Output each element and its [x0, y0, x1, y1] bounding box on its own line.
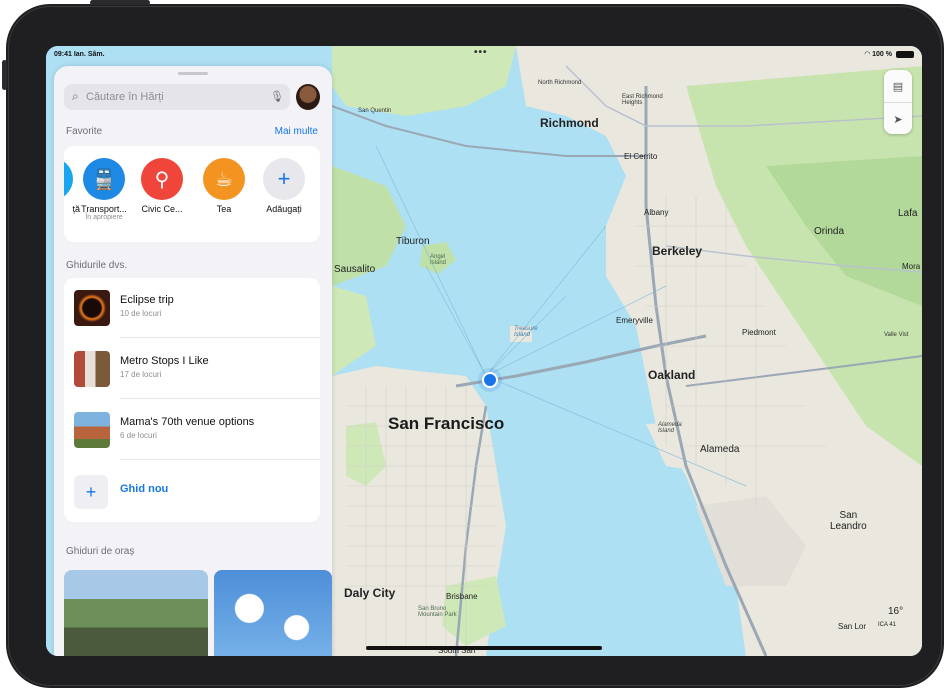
map-label-el-cerrito[interactable]: El Cerrito	[624, 152, 657, 161]
map-label-emeryville[interactable]: Emeryville	[616, 316, 653, 325]
guide-thumbnail	[74, 351, 110, 387]
map-label-sausalito[interactable]: Sausalito	[334, 264, 375, 275]
map-label-albany[interactable]: Albany	[644, 208, 668, 217]
map-label-valle-vista[interactable]: Valle Vist	[884, 332, 908, 338]
favorite-label: Tea	[216, 204, 232, 214]
map-label-san-leandro[interactable]: San Leandro	[830, 510, 867, 532]
guides-title: Ghidurile dvs.	[66, 260, 128, 271]
locate-me-icon[interactable]: ➤	[884, 103, 912, 135]
city-guides-title: Ghiduri de oraș	[66, 546, 135, 557]
guide-row[interactable]: Mama's 70th venue options 6 de locuri	[64, 400, 320, 460]
favorites-more-link[interactable]: Mai multe	[275, 126, 318, 137]
partial-icon	[64, 158, 73, 200]
battery-icon	[896, 51, 914, 58]
map-label-piedmont[interactable]: Piedmont	[742, 328, 776, 337]
search-placeholder: Căutare în Hărți	[86, 91, 164, 103]
favorite-sublabel: În apropiere	[85, 214, 123, 221]
guide-title: Mama's 70th venue options	[120, 416, 255, 428]
wifi-icon: ◠	[864, 51, 870, 58]
new-guide-label: Ghid nou	[120, 483, 169, 495]
favorite-label: Transport...	[81, 204, 127, 214]
pin-icon: ⚲	[141, 158, 183, 200]
map-label-north-richmond[interactable]: North Richmond	[538, 80, 581, 86]
maps-sidebar: ⌕ Căutare în Hărți 🎙 Favorite Mai multe …	[54, 66, 332, 656]
map-label-east-richmond[interactable]: East Richmond Heights	[622, 94, 663, 106]
search-field[interactable]: ⌕ Căutare în Hărți 🎙	[64, 84, 290, 110]
search-icon: ⌕	[72, 89, 79, 103]
multitasking-dots[interactable]: •••	[474, 47, 488, 58]
favorite-item-civic-center[interactable]: ⚲ Civic Ce...	[134, 158, 190, 214]
air-quality-index: ICA 41	[878, 622, 897, 628]
status-bar: 09:41 Ian. Sâm. ••• ◠ 100 %	[46, 46, 922, 64]
map-label-lafa[interactable]: Lafa	[898, 208, 917, 219]
map-label-tiburon[interactable]: Tiburon	[396, 236, 430, 247]
top-button	[90, 0, 150, 5]
train-icon: 🚆	[83, 158, 125, 200]
favorite-item-add[interactable]: + Adăugați	[256, 158, 312, 214]
map-label-alameda-island[interactable]: Alameda Island	[658, 422, 682, 434]
side-button	[2, 60, 7, 90]
map-label-daly-city[interactable]: Daly City	[344, 586, 395, 600]
cup-icon: ☕	[203, 158, 245, 200]
guide-thumbnail	[74, 412, 110, 448]
guides-card: Eclipse trip 10 de locuri Metro Stops I …	[64, 278, 320, 522]
map-label-brisbane[interactable]: Brisbane	[446, 592, 478, 601]
sheet-grabber[interactable]	[178, 72, 208, 75]
map-label-san-francisco[interactable]: San Francisco	[388, 414, 504, 434]
map-controls: ▤ ➤	[884, 70, 912, 134]
city-guide-card[interactable]	[64, 570, 208, 656]
guide-count: 6 de locuri	[120, 431, 157, 440]
map-label-san-bruno[interactable]: San Bruno Mountain Park	[418, 606, 457, 618]
avatar[interactable]	[296, 84, 320, 110]
battery-percent: 100 %	[872, 51, 892, 58]
guide-title: Metro Stops I Like	[120, 355, 209, 367]
guide-row[interactable]: Eclipse trip 10 de locuri	[64, 278, 320, 338]
guide-count: 17 de locuri	[120, 370, 162, 379]
map-label-richmond[interactable]: Richmond	[540, 116, 599, 130]
map-label-alameda[interactable]: Alameda	[700, 444, 739, 455]
favorite-item-tea[interactable]: ☕ Tea	[196, 158, 252, 214]
map-label-orinda[interactable]: Orinda	[814, 226, 844, 237]
microphone-icon[interactable]: 🎙	[270, 90, 284, 103]
weather-temperature: 16°	[888, 606, 904, 617]
status-time: 09:41 Ian. Sâm.	[54, 51, 105, 58]
home-indicator[interactable]	[366, 646, 602, 650]
map-label-treasure-island[interactable]: Treasure Island	[514, 326, 538, 338]
map-mode-icon[interactable]: ▤	[884, 70, 912, 103]
guide-count: 10 de locuri	[120, 309, 162, 318]
favorites-title: Favorite	[66, 126, 103, 137]
guide-thumbnail	[74, 290, 110, 326]
map-label-oakland[interactable]: Oakland	[648, 368, 695, 382]
favorites-card: ță 🚆 Transport... În apropiere ⚲ Civic C…	[64, 146, 320, 242]
plus-icon: +	[263, 158, 305, 200]
map-label-san-lor[interactable]: San Lor	[838, 622, 866, 631]
map-label-angel-island[interactable]: Angel Island	[430, 254, 446, 266]
map-label-berkeley[interactable]: Berkeley	[652, 244, 702, 258]
map-label-mora[interactable]: Mora	[902, 262, 920, 271]
favorite-label: Civic Ce...	[141, 204, 183, 214]
new-guide-button[interactable]: + Ghid nou	[64, 461, 320, 521]
screen: San Francisco Oakland Berkeley Richmond …	[46, 46, 922, 656]
guide-row[interactable]: Metro Stops I Like 17 de locuri	[64, 339, 320, 399]
city-guide-card[interactable]	[214, 570, 332, 656]
plus-icon: +	[74, 475, 108, 509]
guide-title: Eclipse trip	[120, 294, 174, 306]
favorite-item-transit[interactable]: 🚆 Transport... În apropiere	[76, 158, 132, 221]
favorite-label: Adăugați	[266, 204, 302, 214]
current-location-dot[interactable]	[482, 372, 498, 388]
map-label-san-quentin[interactable]: San Quentin	[358, 108, 391, 114]
